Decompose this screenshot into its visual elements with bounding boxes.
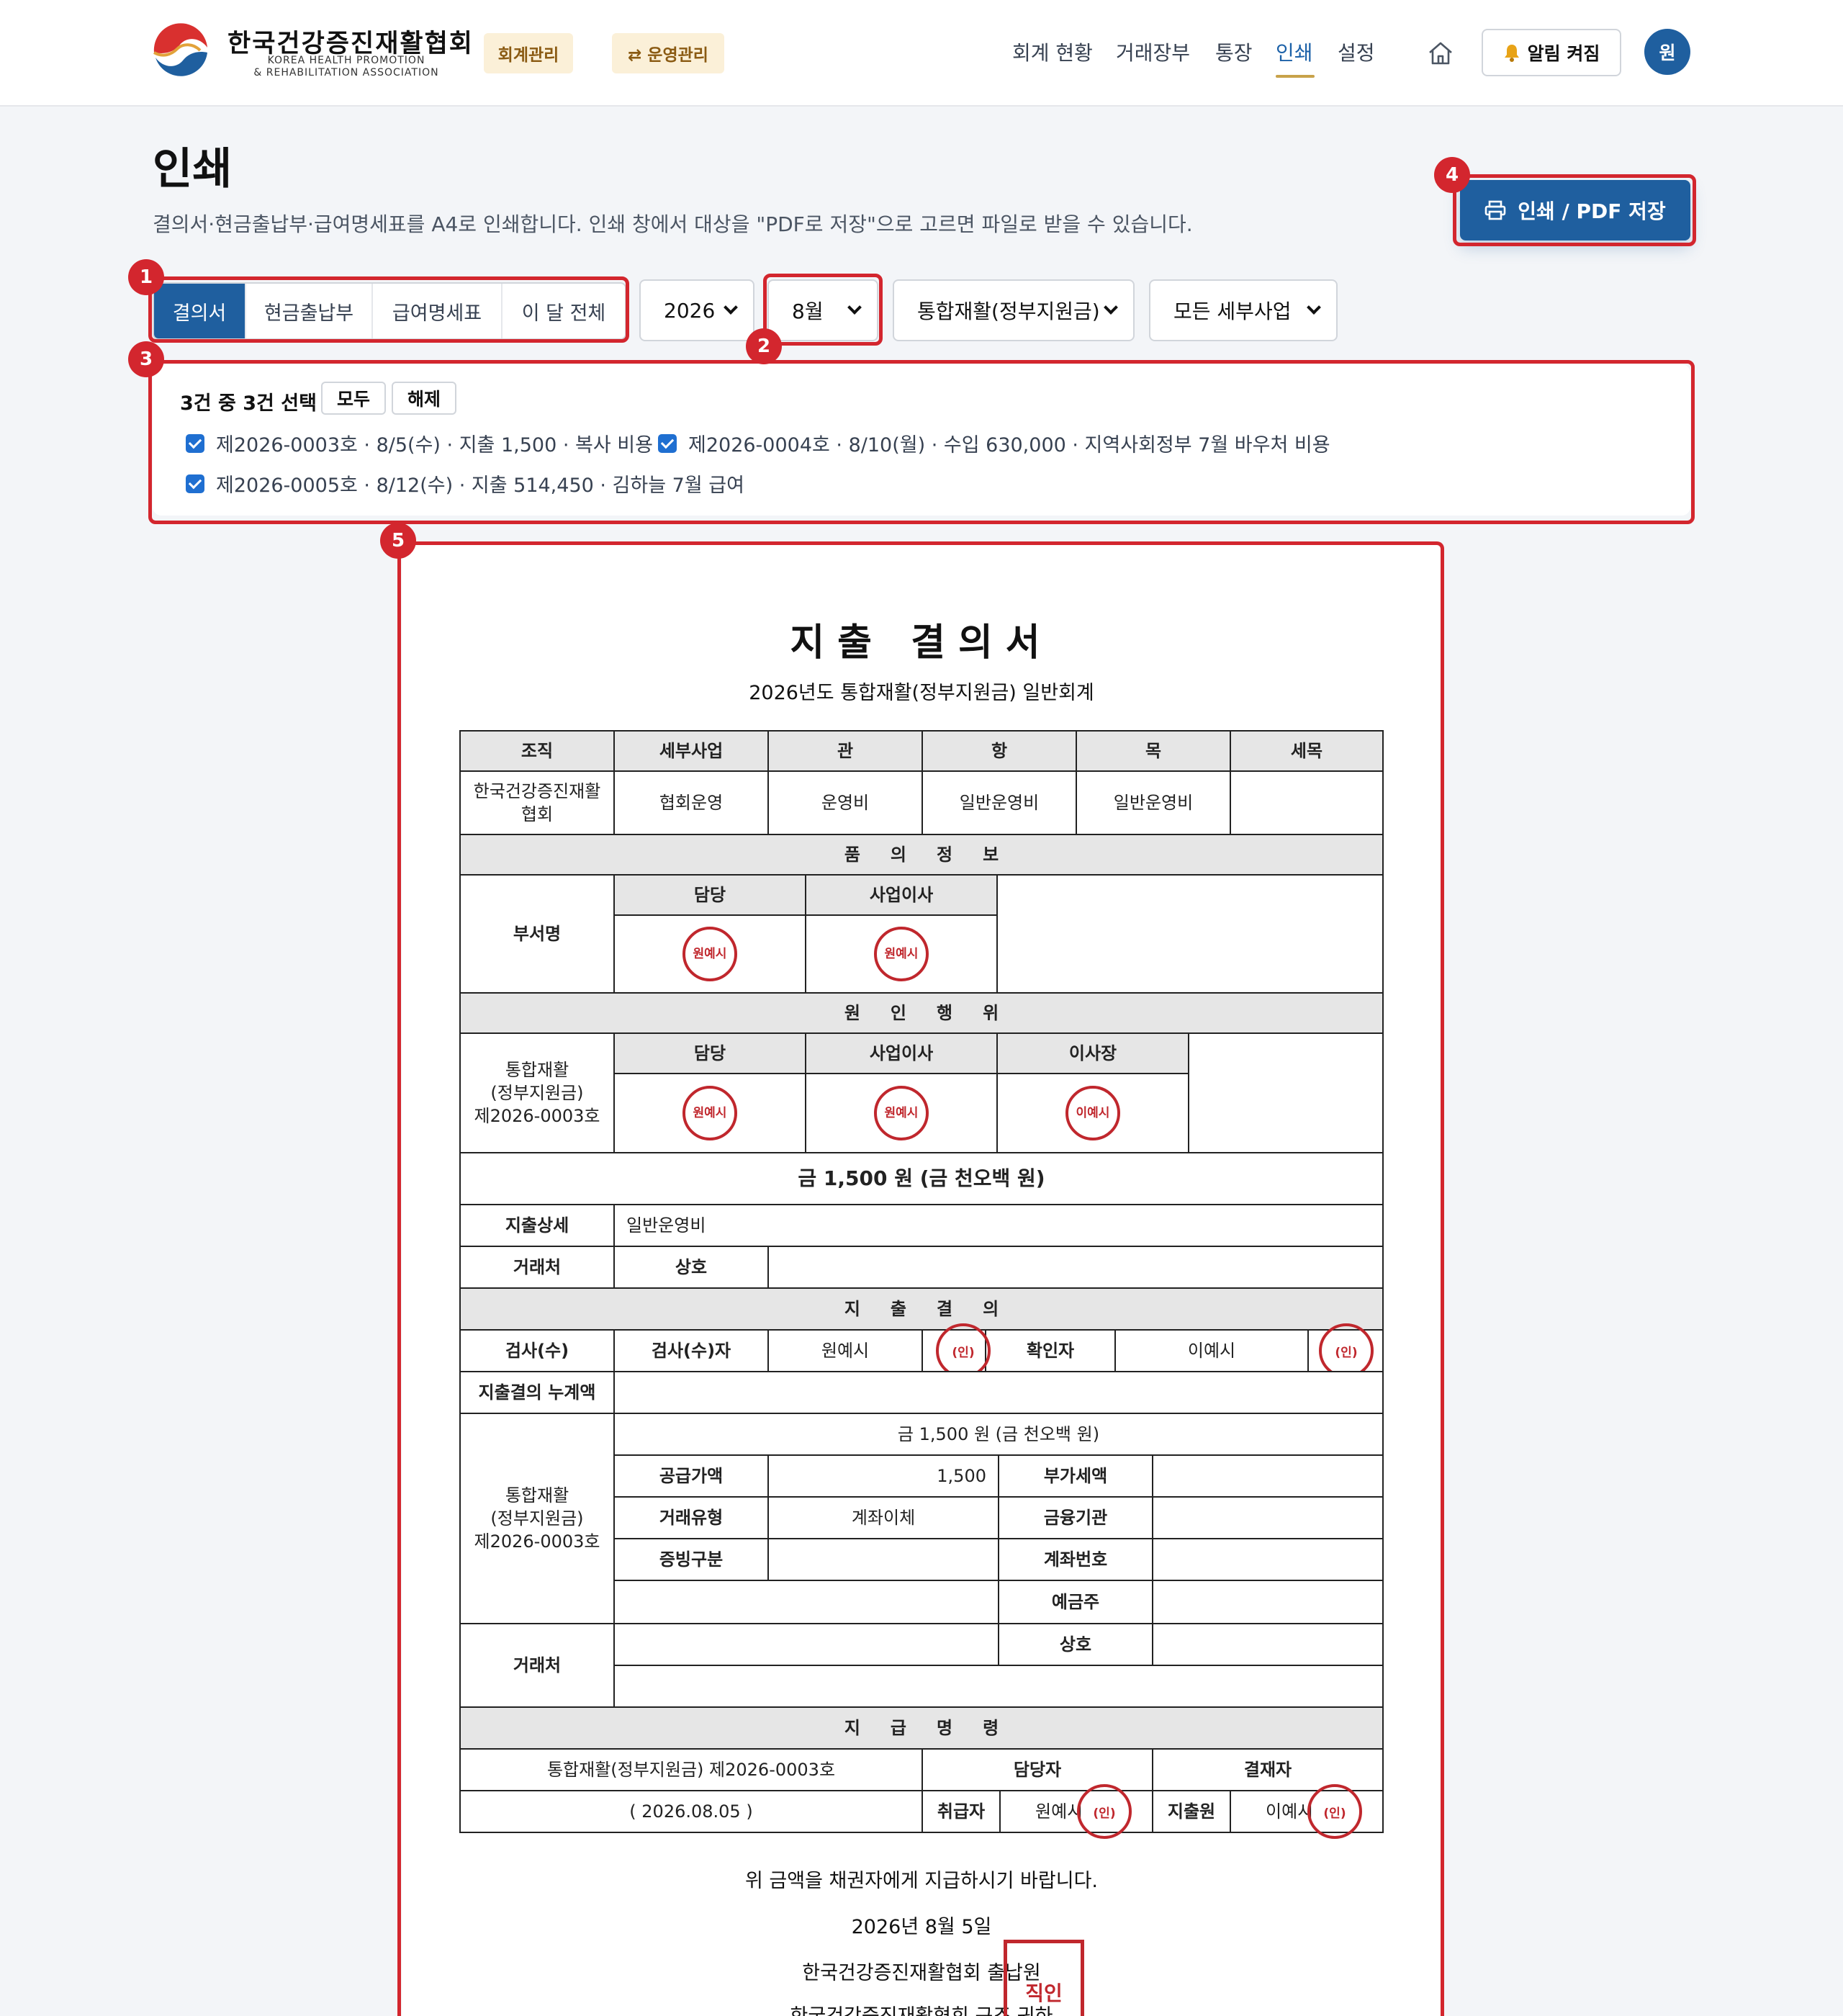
annotation-box-3 <box>148 360 1695 524</box>
annotation-box-4 <box>1453 174 1696 246</box>
org-name-en: KOREA HEALTH PROMOTION & REHABILITATION … <box>227 55 465 79</box>
account-select-value: 통합재활(정부지원금) <box>917 300 1100 323</box>
nav-accounting-status[interactable]: 회계 현황 <box>1012 37 1093 66</box>
annotation-badge-3: 3 <box>128 341 164 377</box>
nav-ledger[interactable]: 거래장부 <box>1116 37 1190 66</box>
annotation-box-5 <box>397 541 1444 2016</box>
nav-settings[interactable]: 설정 <box>1338 37 1375 66</box>
chevron-down-icon <box>1104 300 1118 315</box>
annotation-badge-5: 5 <box>380 523 416 559</box>
page-title: 인쇄 <box>153 144 233 194</box>
year-select[interactable]: 2026 <box>639 279 754 341</box>
home-icon[interactable] <box>1427 40 1454 66</box>
app-header: 한국건강증진재활협회 KOREA HEALTH PROMOTION & REHA… <box>0 0 1843 107</box>
subproject-select[interactable]: 모든 세부사업 <box>1149 279 1338 341</box>
nav-bankbook[interactable]: 통장 <box>1215 37 1253 66</box>
bell-icon <box>1504 45 1519 62</box>
account-select[interactable]: 통합재활(정부지원금) <box>893 279 1135 341</box>
notification-label: 알림 켜짐 <box>1527 43 1600 64</box>
page-description: 결의서·현금출납부·급여명세표를 A4로 인쇄합니다. 인쇄 창에서 대상을 "… <box>153 212 1193 236</box>
subproject-select-value: 모든 세부사업 <box>1173 300 1292 323</box>
annotation-badge-1: 1 <box>128 259 164 295</box>
org-name-en-line2: & REHABILITATION ASSOCIATION <box>253 67 439 78</box>
operations-chip[interactable]: ⇄ 운영관리 <box>612 33 724 73</box>
chevron-down-icon <box>724 300 738 315</box>
nav-active-indicator <box>1276 75 1315 78</box>
chevron-down-icon <box>1307 300 1321 315</box>
nav-print[interactable]: 인쇄 <box>1276 37 1313 66</box>
annotation-box-2 <box>763 274 883 346</box>
annotation-badge-4: 4 <box>1434 157 1470 193</box>
user-avatar[interactable]: 원 <box>1644 29 1690 75</box>
org-name-en-line1: KOREA HEALTH PROMOTION <box>267 55 425 66</box>
notification-toggle-button[interactable]: 알림 켜짐 <box>1482 29 1621 76</box>
association-logo-icon[interactable] <box>150 22 212 84</box>
accounting-chip[interactable]: 회계관리 <box>484 33 573 73</box>
annotation-badge-2: 2 <box>746 328 782 364</box>
year-select-value: 2026 <box>664 298 716 323</box>
annotation-box-1 <box>148 276 629 343</box>
